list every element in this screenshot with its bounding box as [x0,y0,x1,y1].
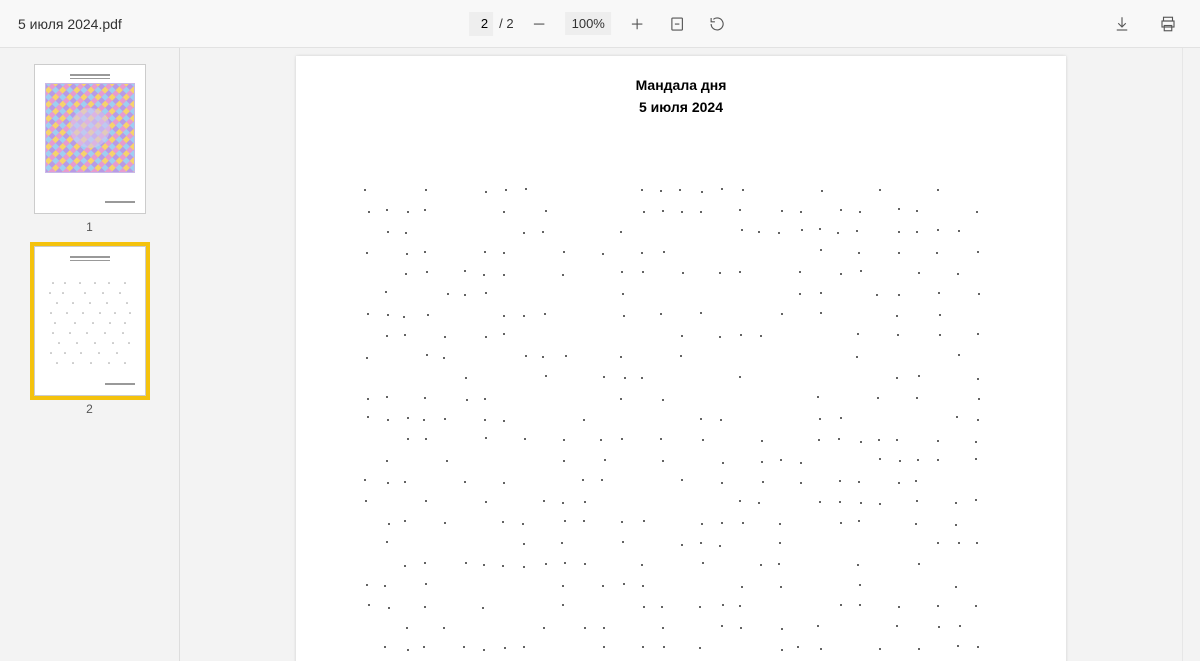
thumbnail-1-preview[interactable] [34,64,146,214]
pdf-page-2: Мандала дня 5 июля 2024 [296,56,1066,661]
thumb-footer-line [105,201,135,203]
document-filename: 5 июля 2024.pdf [18,16,122,32]
mandala-dot-pattern [366,189,996,661]
page-viewer[interactable]: Мандала дня 5 июля 2024 [180,48,1182,661]
thumb-footer-line [105,383,135,385]
document-title: Мандала дня [336,74,1026,96]
page-total: / 2 [499,16,513,31]
pdf-toolbar: 5 июля 2024.pdf / 2 100% [0,0,1200,48]
zoom-out-button[interactable] [526,10,554,38]
page-indicator: / 2 [469,12,513,36]
rotate-button[interactable] [703,10,731,38]
thumbnail-1[interactable]: 1 [34,64,146,234]
toolbar-middle: / 2 100% [469,10,731,38]
main-area: 1 [0,48,1200,661]
mandala-icon [45,83,135,173]
download-button[interactable] [1108,10,1136,38]
thumb-header-lines [70,72,110,81]
thumbnail-sidebar[interactable]: 1 [0,48,180,661]
zoom-level-display[interactable]: 100% [566,12,611,35]
thumbnail-2-label: 2 [86,402,93,416]
print-button[interactable] [1154,10,1182,38]
thumbnail-1-label: 1 [86,220,93,234]
current-page-input[interactable] [469,12,493,36]
document-date: 5 июля 2024 [336,96,1026,118]
thumbnail-2[interactable]: 2 [34,246,146,416]
dots-icon [45,277,135,377]
page-header: Мандала дня 5 июля 2024 [336,74,1026,119]
toolbar-left: 5 июля 2024.pdf [18,16,122,32]
toolbar-right [1108,10,1182,38]
thumbnail-2-preview[interactable] [34,246,146,396]
fit-page-button[interactable] [663,10,691,38]
scrollbar-gutter [1182,48,1200,661]
thumb-header-lines [70,254,110,263]
zoom-in-button[interactable] [623,10,651,38]
